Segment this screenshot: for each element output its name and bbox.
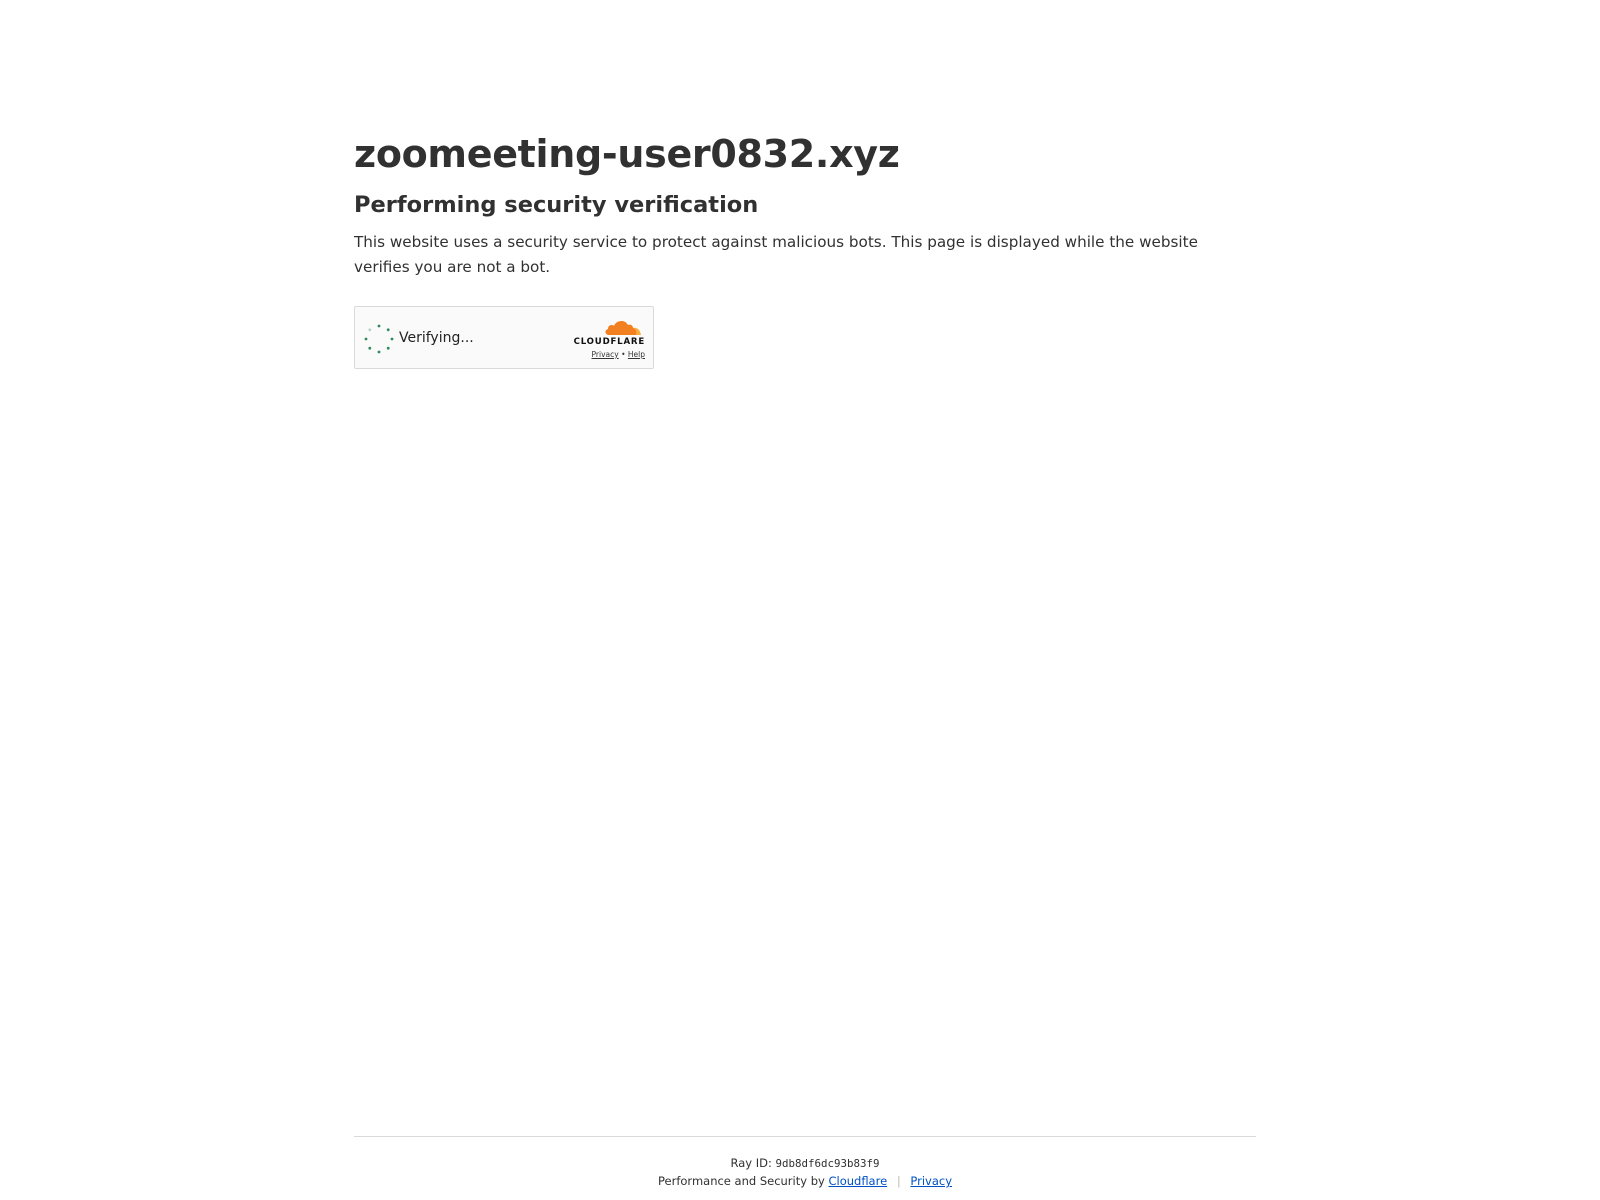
description-text: This website uses a security service to … <box>354 233 1198 276</box>
widget-links: Privacy • Help <box>592 350 645 359</box>
widget-help-link[interactable]: Help <box>628 350 645 359</box>
cloudflare-branding: CLOUDFLARE Privacy • Help <box>567 317 645 361</box>
cloudflare-link[interactable]: Cloudflare <box>828 1174 887 1188</box>
performance-text: Performance and Security by <box>658 1174 825 1188</box>
widget-privacy-link[interactable]: Privacy <box>592 350 619 359</box>
footer-link-separator: | <box>896 1174 901 1188</box>
page-subtitle: Performing security verification <box>354 192 759 218</box>
ray-id-label: Ray ID: <box>730 1156 772 1170</box>
cloudflare-cloud-icon <box>605 320 641 335</box>
loading-spinner-icon <box>364 324 394 354</box>
turnstile-widget[interactable]: Verifying... CLOUDFLARE Privacy • Help <box>354 306 654 369</box>
footer-divider <box>354 1136 1256 1137</box>
site-title: zoomeeting-user0832.xyz <box>354 132 900 176</box>
footer-privacy-link[interactable]: Privacy <box>910 1174 952 1188</box>
main-content: zoomeeting-user0832.xyz Performing secur… <box>354 126 1256 280</box>
verifying-status-text: Verifying... <box>399 330 474 346</box>
widget-link-separator: • <box>621 350 626 359</box>
ray-id-line: Ray ID: 9db8df6dc93b83f9 <box>354 1155 1256 1172</box>
verification-page: zoomeeting-user0832.xyz Performing secur… <box>0 0 1600 1200</box>
ray-id-value: 9db8df6dc93b83f9 <box>775 1157 880 1170</box>
performance-line: Performance and Security by Cloudflare |… <box>354 1173 1256 1189</box>
cloudflare-wordmark: CLOUDFLARE <box>573 337 645 347</box>
